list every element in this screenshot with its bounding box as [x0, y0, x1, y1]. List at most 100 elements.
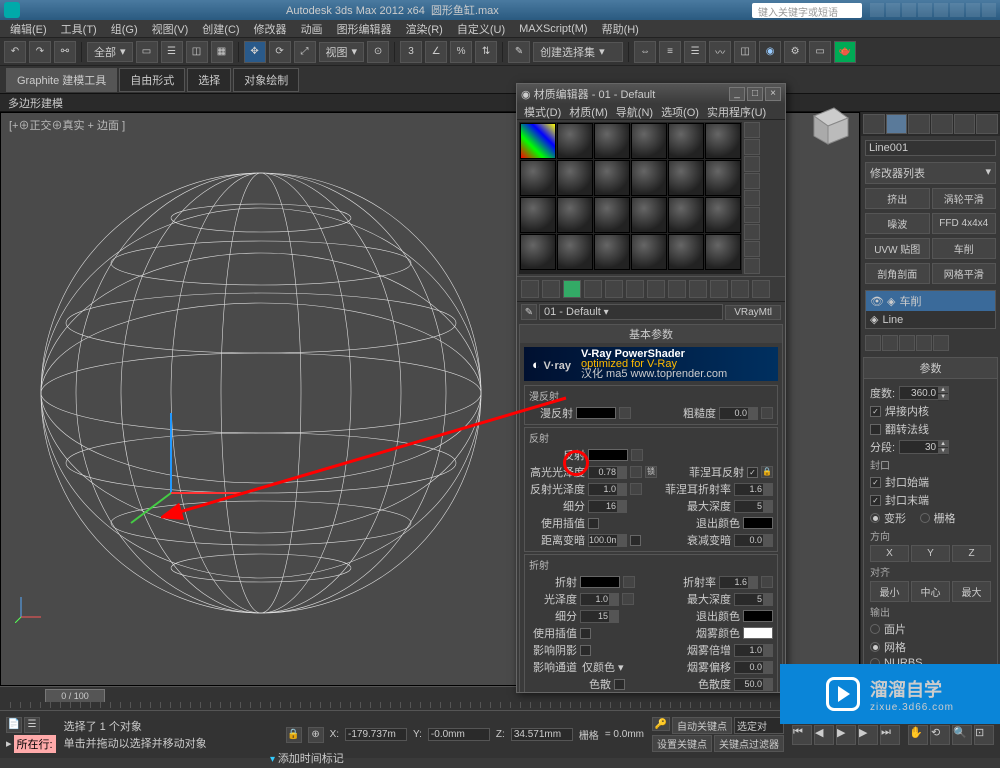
rad-grid[interactable]	[920, 513, 930, 523]
sample-slot[interactable]	[520, 123, 556, 159]
spin-dim-dist[interactable]	[588, 534, 627, 547]
pivot-icon[interactable]: ⊙	[367, 41, 389, 63]
chk-weld[interactable]: ✓	[870, 406, 881, 417]
chk-dispersion[interactable]	[614, 679, 625, 690]
render-icon[interactable]: 🫖	[834, 41, 856, 63]
redo-icon[interactable]: ↷	[29, 41, 51, 63]
info-icon[interactable]	[870, 3, 884, 17]
diffuse-map-button[interactable]	[619, 407, 631, 419]
chk-flip[interactable]	[870, 424, 881, 435]
sample-slot[interactable]	[631, 160, 667, 196]
spin-dispersion[interactable]	[734, 678, 773, 691]
menu-edit[interactable]: 编辑(E)	[4, 21, 53, 37]
unique-icon[interactable]	[899, 335, 915, 351]
tab-hierarchy-icon[interactable]	[908, 114, 930, 134]
mat-editor-titlebar[interactable]: ◉ 材质编辑器 - 01 - Default _□×	[517, 84, 785, 104]
ref-coord-combo[interactable]: 视图 ▾	[319, 42, 365, 62]
lock-fresnel-button[interactable]: 🔒	[761, 466, 773, 478]
mat-min-button[interactable]: _	[729, 87, 745, 101]
menu-graph[interactable]: 图形编辑器	[331, 21, 398, 37]
sample-type-icon[interactable]	[744, 122, 760, 138]
diffuse-color-swatch[interactable]	[576, 407, 616, 419]
sample-slot[interactable]	[520, 197, 556, 233]
menu-modifiers[interactable]: 修改器	[248, 21, 293, 37]
help-search-input[interactable]: 键入关键字或短语	[752, 3, 862, 18]
selection-filter-combo[interactable]: 全部 ▾	[87, 42, 133, 62]
edit-named-sel-icon[interactable]: ✎	[508, 41, 530, 63]
show-map-icon[interactable]	[689, 280, 707, 298]
chk-cap-start[interactable]: ✓	[870, 477, 881, 488]
spin-segments[interactable]: ▲▼	[899, 440, 949, 454]
rad-morph[interactable]	[870, 513, 880, 523]
make-copy-icon[interactable]	[605, 280, 623, 298]
coord-y-input[interactable]	[428, 728, 490, 741]
btn-uvw[interactable]: UVW 贴图	[865, 238, 930, 259]
spinner-snap-icon[interactable]: ⇅	[475, 41, 497, 63]
btn-turbosmooth[interactable]: 涡轮平滑	[932, 188, 997, 209]
sample-slot[interactable]	[520, 160, 556, 196]
play-icon[interactable]: ▶	[836, 725, 856, 745]
select-name-icon[interactable]: ☰	[161, 41, 183, 63]
chk-refr-interp[interactable]	[580, 628, 591, 639]
rollout-basic-params[interactable]: 基本参数	[520, 325, 782, 343]
material-editor-icon[interactable]: ◉	[759, 41, 781, 63]
mirror-icon[interactable]: ⇔	[634, 41, 656, 63]
tab-create-icon[interactable]	[863, 114, 885, 134]
sample-slot[interactable]	[705, 234, 741, 270]
prev-frame-icon[interactable]: ◀	[814, 725, 834, 745]
btn-extrude[interactable]: 挤出	[865, 188, 930, 209]
fog-color-swatch[interactable]	[743, 627, 773, 639]
listener-icon[interactable]: ☰	[24, 717, 40, 733]
sample-slot[interactable]	[520, 234, 556, 270]
sign-in-icon[interactable]	[902, 3, 916, 17]
menu-views[interactable]: 视图(V)	[146, 21, 195, 37]
configure-icon[interactable]	[933, 335, 949, 351]
make-preview-icon[interactable]	[744, 207, 760, 223]
sample-slot[interactable]	[668, 123, 704, 159]
backlight-icon[interactable]	[744, 139, 760, 155]
refr-gloss-map-button[interactable]	[622, 593, 634, 605]
sample-slot[interactable]	[557, 197, 593, 233]
make-unique-icon[interactable]	[626, 280, 644, 298]
menu-customize[interactable]: 自定义(U)	[451, 21, 511, 37]
pin-stack-icon[interactable]	[865, 335, 881, 351]
btn-chamfer[interactable]: 剖角剖面	[865, 263, 930, 284]
btn-lathe[interactable]: 车削	[932, 238, 997, 259]
tab-motion-icon[interactable]	[931, 114, 953, 134]
add-time-tag[interactable]: ▾ 添加时间标记	[270, 750, 344, 766]
lock-hl-button[interactable]: 锁	[645, 466, 657, 478]
angle-snap-icon[interactable]: ∠	[425, 41, 447, 63]
star-icon[interactable]	[886, 3, 900, 17]
percent-snap-icon[interactable]: %	[450, 41, 472, 63]
rgloss-map-button[interactable]	[630, 483, 642, 495]
tab-selection[interactable]: 选择	[187, 68, 231, 92]
affect-channels-combo[interactable]: 仅颜色 ▾	[580, 659, 630, 675]
btn-noise[interactable]: 噪波	[865, 213, 930, 234]
reset-map-icon[interactable]	[584, 280, 602, 298]
reflect-color-swatch[interactable]	[588, 449, 628, 461]
show-end-icon[interactable]	[882, 335, 898, 351]
select-rect-icon[interactable]: ◫	[186, 41, 208, 63]
menu-maxscript[interactable]: MAXScript(M)	[513, 23, 593, 35]
layers-icon[interactable]: ☰	[684, 41, 706, 63]
material-type-button[interactable]: VRayMtl	[725, 305, 781, 320]
refract-map-button[interactable]	[623, 576, 635, 588]
sample-slot[interactable]	[594, 234, 630, 270]
mat-menu-modes[interactable]: 模式(D)	[521, 104, 564, 120]
put-to-lib-icon[interactable]	[647, 280, 665, 298]
ior-map-button[interactable]	[761, 576, 773, 588]
spin-degrees[interactable]: ▲▼	[899, 386, 949, 400]
matl-id-icon[interactable]	[744, 258, 760, 274]
schematic-icon[interactable]: ◫	[734, 41, 756, 63]
tab-objpaint[interactable]: 对象绘制	[233, 68, 299, 92]
sample-slot[interactable]	[594, 160, 630, 196]
lock-icon[interactable]: 🔒	[286, 727, 302, 743]
hilight-map-button[interactable]	[630, 466, 642, 478]
rad-mesh[interactable]	[870, 642, 880, 652]
render-setup-icon[interactable]: ⚙	[784, 41, 806, 63]
undo-icon[interactable]: ↶	[4, 41, 26, 63]
chk-dim[interactable]	[630, 535, 641, 546]
sample-slot[interactable]	[557, 123, 593, 159]
rad-patch[interactable]	[870, 624, 880, 634]
align-max[interactable]: 最大	[952, 581, 991, 602]
